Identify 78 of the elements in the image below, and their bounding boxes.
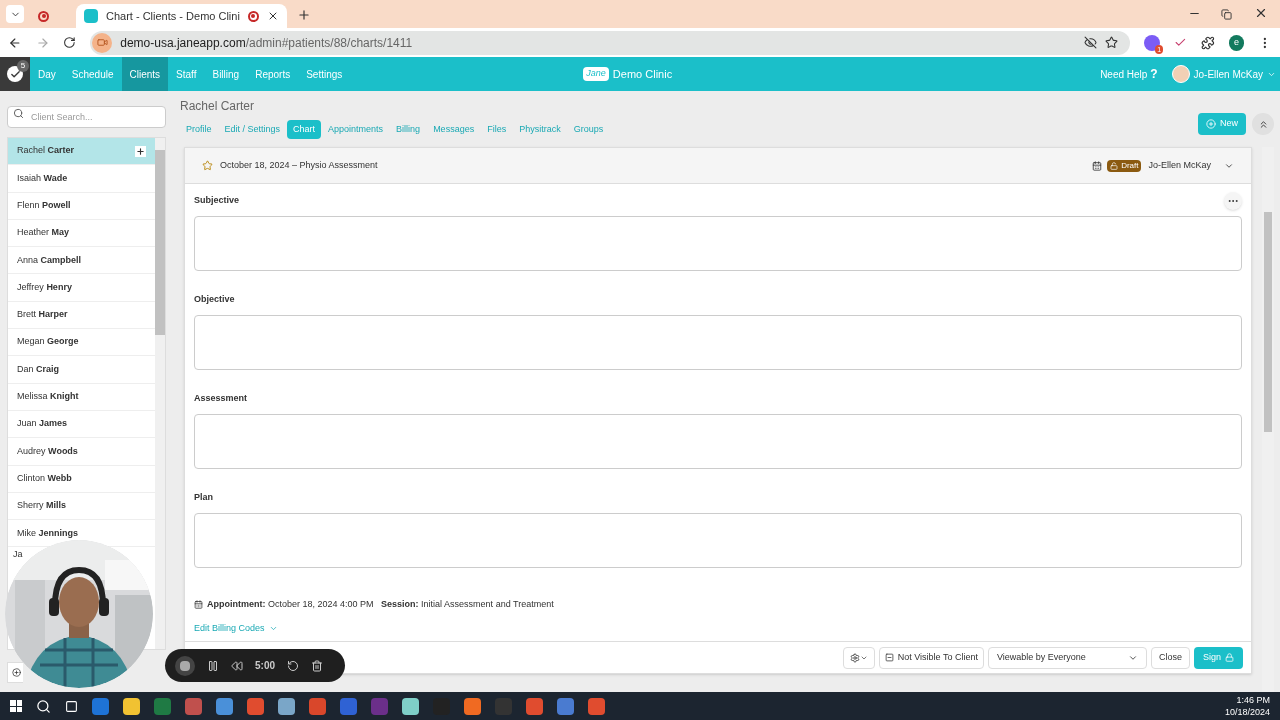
app-icon[interactable] <box>526 697 543 715</box>
restore-icon[interactable] <box>1221 9 1232 20</box>
add-icon[interactable] <box>135 145 147 157</box>
new-tab-icon[interactable] <box>296 8 311 22</box>
client-search-field[interactable]: Client Search... <box>7 106 166 128</box>
user-avatar <box>1171 65 1190 83</box>
clinic-name: Demo Clinic <box>612 66 673 82</box>
recording-icon <box>38 10 49 22</box>
checkmark-icon <box>7 66 23 82</box>
windows-start-icon[interactable] <box>10 700 22 712</box>
app-icon[interactable] <box>123 697 140 715</box>
pause-icon[interactable] <box>207 659 219 672</box>
add-icon <box>1206 119 1216 129</box>
visibility-button[interactable]: Not Visible To Client <box>878 646 984 669</box>
app-icon[interactable] <box>464 697 481 715</box>
app-icon[interactable] <box>247 697 264 715</box>
reload-icon[interactable] <box>63 36 77 49</box>
calendar-icon <box>194 600 203 610</box>
tab-favicon-icon <box>84 9 98 23</box>
close-button[interactable]: Close <box>1150 646 1190 669</box>
lock-icon <box>1225 653 1234 662</box>
calendar-icon <box>1092 160 1103 171</box>
client-list-item[interactable]: Rachel Carter <box>8 138 156 166</box>
section-label: Objective <box>194 293 236 307</box>
app-icon[interactable] <box>278 697 295 715</box>
checkmark-icon[interactable] <box>1174 36 1187 49</box>
star-icon[interactable] <box>202 160 213 171</box>
add-icon <box>12 668 21 677</box>
delete-icon[interactable] <box>311 659 323 672</box>
rewind-icon[interactable] <box>231 659 243 672</box>
extensions-icon[interactable] <box>1200 35 1215 50</box>
minus-square-icon <box>884 653 894 662</box>
more-options-icon[interactable] <box>1224 192 1242 210</box>
notification-badge: 5 <box>17 60 29 72</box>
settings-icon <box>849 652 860 663</box>
app-checkmark-button[interactable]: 5 <box>0 57 30 91</box>
client-list-item[interactable]: Ja <box>8 547 27 562</box>
section-label: Plan <box>194 491 214 505</box>
section-label: Assessment <box>194 392 249 406</box>
url-text: demo-usa.janeapp.com/admin#patients/88/charts/1411 <box>120 34 413 52</box>
settings-menu-button[interactable] <box>842 646 875 669</box>
app-icon[interactable] <box>557 697 574 715</box>
edit-billing-codes-link[interactable]: Edit Billing Codes <box>194 621 1242 635</box>
app-logo: Jane <box>583 67 609 81</box>
client-name: Rachel Carter <box>180 98 256 115</box>
draft-badge: Draft <box>1107 159 1142 172</box>
app-icon[interactable] <box>588 697 605 715</box>
collapse-button[interactable] <box>1252 113 1274 135</box>
restart-icon[interactable] <box>287 659 299 672</box>
scrollbar-thumb[interactable] <box>155 150 165 335</box>
close-window-icon[interactable] <box>1254 6 1268 20</box>
search-icon <box>13 108 24 119</box>
new-client-button[interactable] <box>7 662 23 683</box>
viewable-select[interactable]: Viewable by Everyone <box>987 646 1147 669</box>
stop-button[interactable] <box>175 655 195 676</box>
browser-tab[interactable]: Chart - Clients - Demo Clini <box>76 4 287 28</box>
video-camera-icon <box>96 37 108 48</box>
section-label: Subjective <box>194 194 241 208</box>
system-clock: 1:46 PM 10/18/2024 <box>1224 694 1270 718</box>
unlocked-icon <box>1110 161 1119 170</box>
recording-icon <box>247 10 259 22</box>
scrollbar-thumb[interactable] <box>1264 212 1272 432</box>
address-bar[interactable]: demo-usa.janeapp.com/admin#patients/88/charts/1411 <box>90 30 1131 55</box>
recording-timer: 5:00 <box>255 659 275 673</box>
profile-avatar[interactable]: e <box>1228 34 1245 51</box>
back-icon[interactable] <box>8 35 22 50</box>
task-view-icon[interactable] <box>65 699 78 713</box>
forward-icon[interactable] <box>35 35 50 50</box>
search-icon[interactable] <box>36 698 51 714</box>
tab-title: Chart - Clients - Demo Clini <box>106 8 240 24</box>
app-icon[interactable] <box>402 697 419 715</box>
appointment-info: Appointment: October 18, 2024 4:00 PM Session: Initial Assessment and Treatment <box>207 598 554 611</box>
eye-off-icon[interactable] <box>1084 36 1098 49</box>
bookmark-star-icon[interactable] <box>1105 36 1119 49</box>
chart-title: October 18, 2024 – Physio Assessment <box>220 158 379 172</box>
app-icon[interactable] <box>216 697 233 715</box>
author-name: Jo-Ellen McKay <box>1148 158 1211 172</box>
nav-link[interactable]: Clients <box>121 57 169 91</box>
